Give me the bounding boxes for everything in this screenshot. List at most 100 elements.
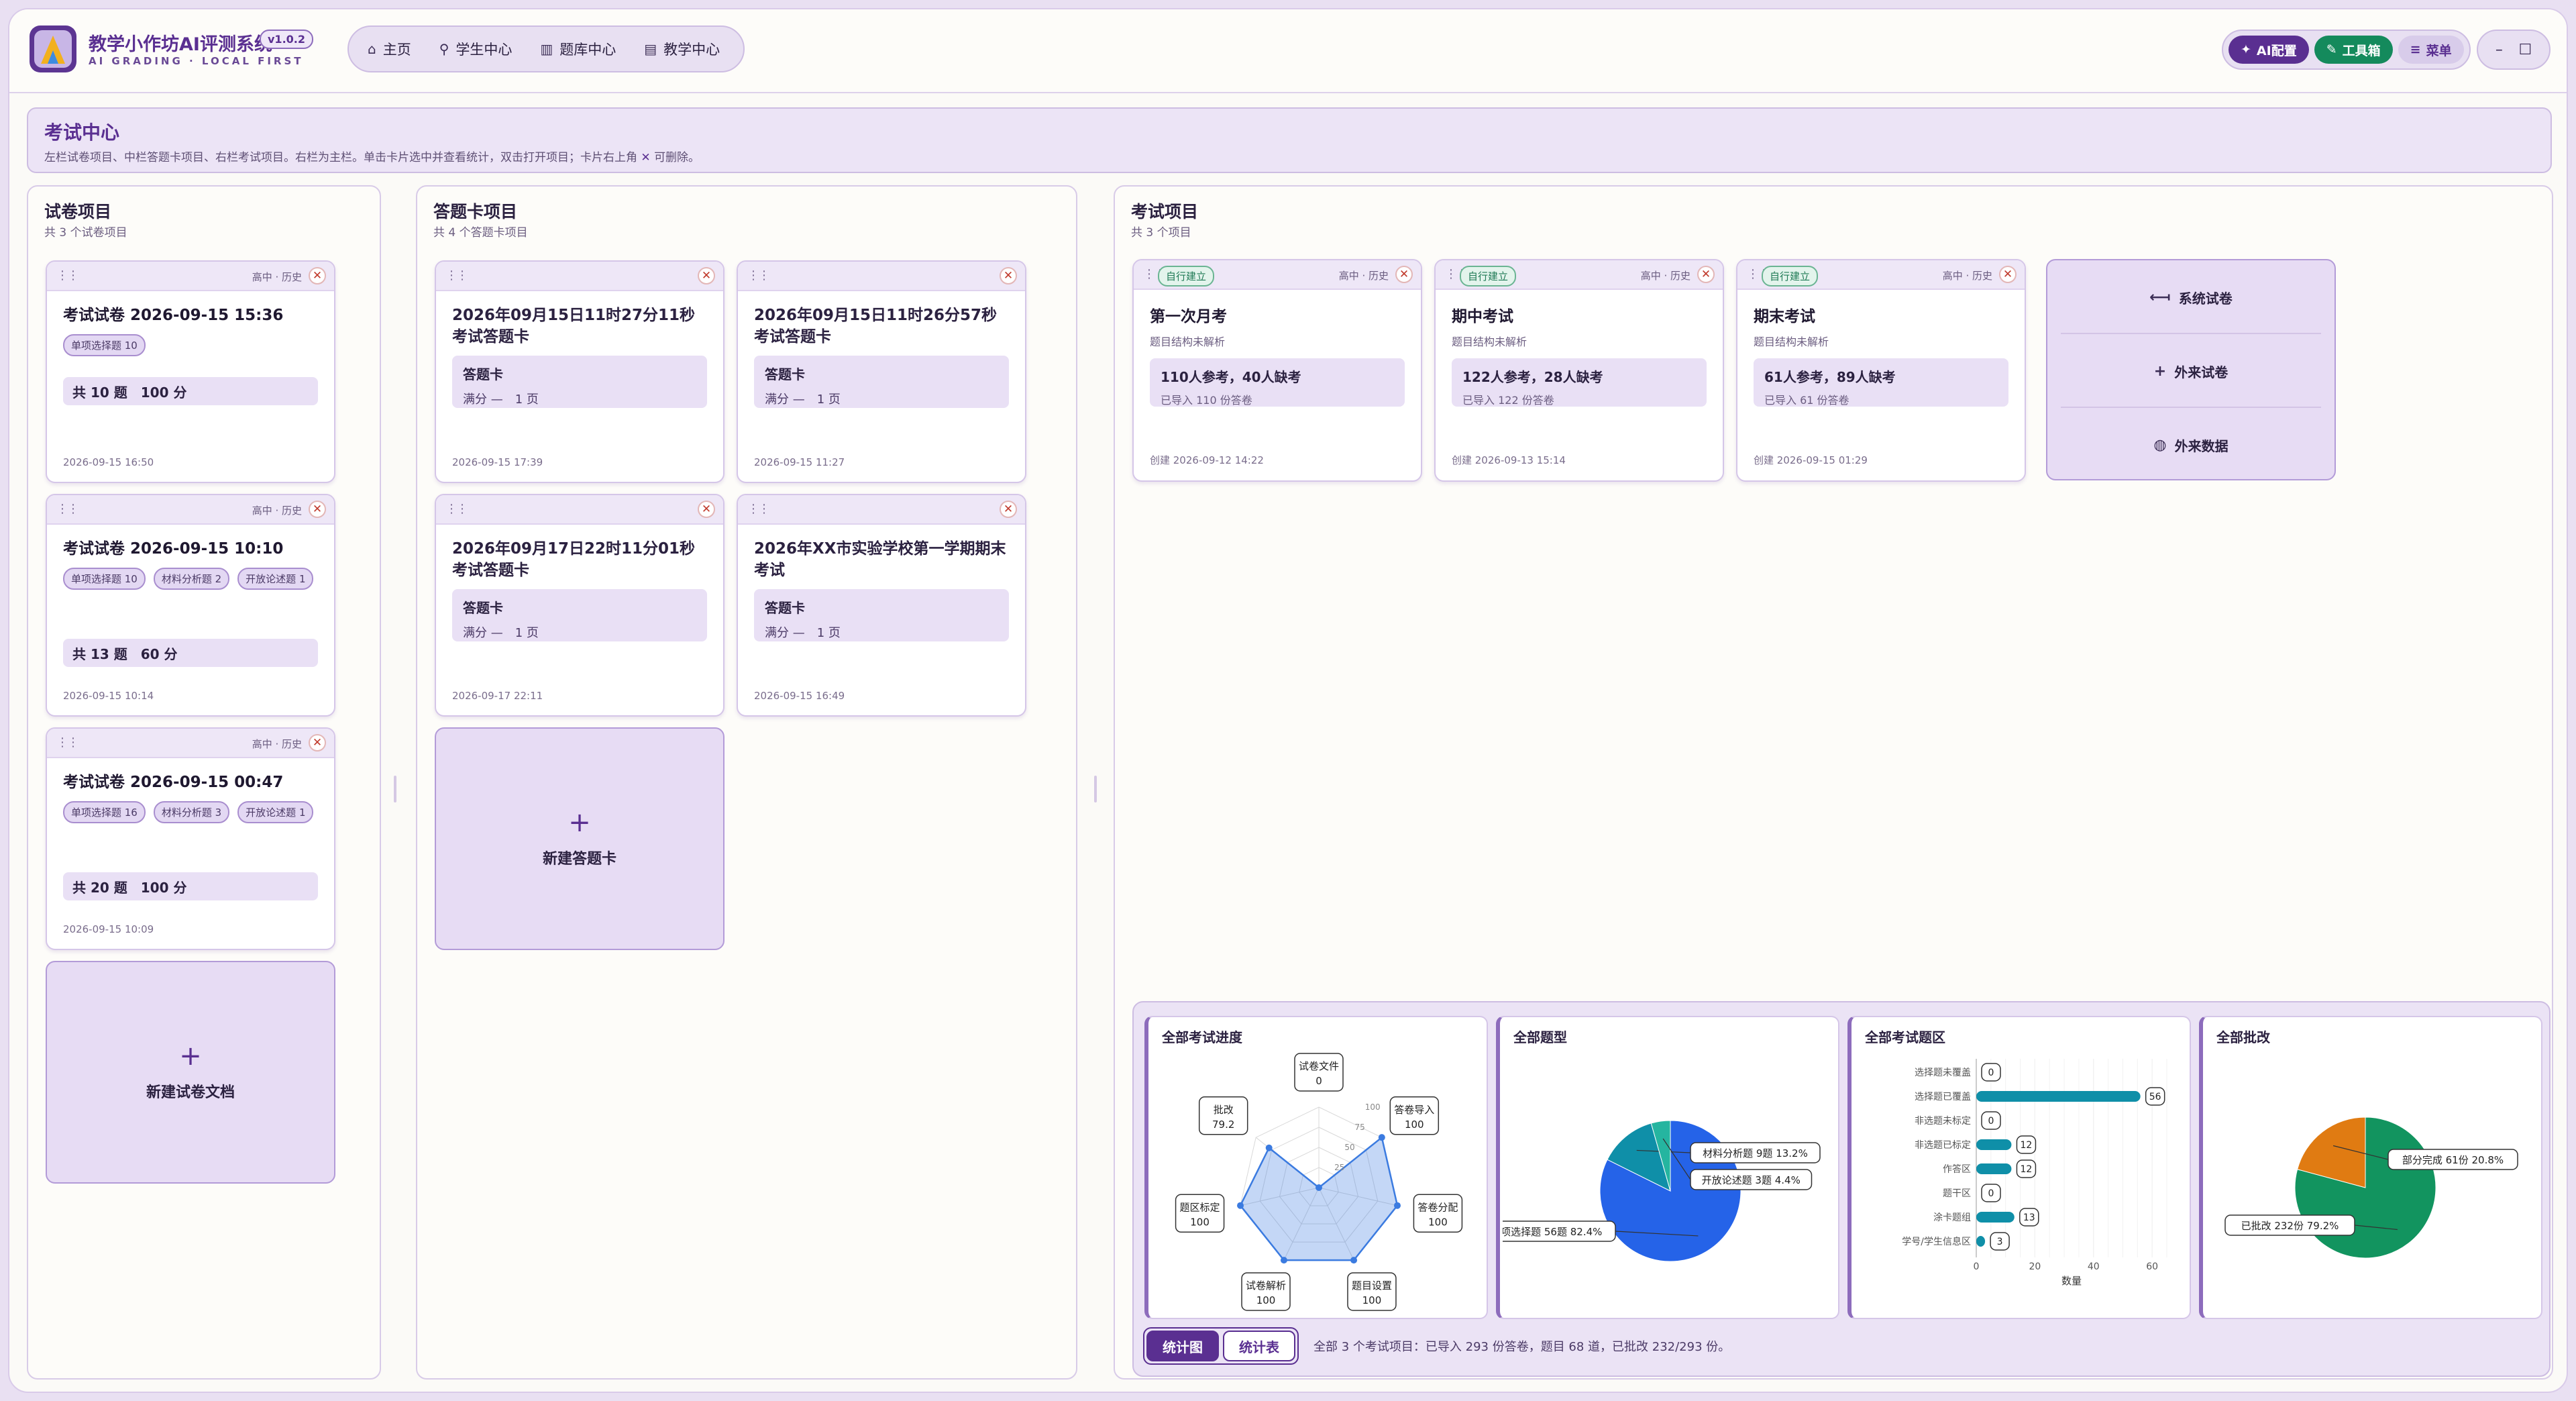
radar-axis-label-text: 题区标定	[1180, 1201, 1220, 1213]
pie-label: 单项选择题 56题 82.4%	[1503, 1226, 1602, 1238]
close-icon[interactable]: ✕	[309, 267, 326, 284]
paper-card[interactable]: ⋮⋮ 高中 · 历史 ✕ 考试试卷 2026-09-15 10:10 单项选择题 1…	[46, 494, 335, 717]
radar-axis-label-text: 79.2	[1212, 1119, 1234, 1131]
ai-config-button[interactable]: ✦ AI配置	[2229, 36, 2309, 64]
exam-card[interactable]: ⋮⋮ 自行建立 高中 · 历史 ✕ 期末考试 题目结构未解析 61人参考，89人缺考已…	[1736, 259, 2026, 482]
toolbox-button[interactable]: ✎ 工具箱	[2314, 36, 2393, 64]
nav-home[interactable]: ⌂ 主页	[358, 33, 421, 65]
paper-card[interactable]: ⋮⋮ 高中 · 历史 ✕ 考试试卷 2026-09-15 00:47 单项选择题 1…	[46, 727, 335, 950]
new-answer-card-button[interactable]: + 新建答题卡	[435, 727, 724, 950]
nav-question-bank[interactable]: ▥ 题库中心	[531, 33, 625, 65]
answer-card-card[interactable]: ⋮⋮ ✕ 2026年09月15日11时27分11秒考试答题卡 答题卡 满分 — 1 …	[435, 260, 724, 483]
card-title: 考试试卷 2026-09-15 00:47	[63, 774, 284, 791]
bar-tick-label: 20	[2029, 1261, 2041, 1272]
bar	[1976, 1212, 2015, 1223]
app-subtitle: AI GRADING · LOCAL FIRST	[89, 55, 304, 67]
paper-projects-column: 试卷项目 共 3 个试卷项目 ⋮⋮ 高中 · 历史 ✕ 考试试卷 2026-09-1…	[27, 185, 381, 1380]
close-icon[interactable]: ✕	[698, 501, 715, 518]
pie-label: 已批改 232份 79.2%	[2241, 1220, 2339, 1232]
panel-title: 全部批改	[2216, 1029, 2270, 1045]
bar	[1976, 1091, 2141, 1102]
bar-tick-label: 60	[2146, 1261, 2158, 1272]
new-paper-button[interactable]: + 新建试卷文档	[46, 961, 335, 1184]
tab-chart[interactable]: 统计图	[1146, 1331, 1219, 1361]
page-description: 左栏试卷项目、中栏答题卡项目、右栏考试项目。右栏为主栏。单击卡片选中并查看统计，…	[44, 151, 700, 164]
panel-title: 全部考试进度	[1162, 1029, 1242, 1045]
bar-category-label: 涂卡题组	[1933, 1212, 1971, 1223]
answer-card-card[interactable]: ⋮⋮ ✕ 2026年09月15日11时26分57秒考试答题卡 答题卡 满分 — 1 …	[737, 260, 1026, 483]
card-date: 2026-09-15 16:50	[63, 456, 154, 468]
nav-teaching-center[interactable]: ▤ 教学中心	[635, 33, 729, 65]
radar-axis-label-text: 答卷导入	[1394, 1104, 1434, 1116]
close-icon[interactable]: ✕	[1000, 267, 1017, 284]
exam-card[interactable]: ⋮⋮ 自行建立 高中 · 历史 ✕ 第一次月考 题目结构未解析 110人参考，40人缺…	[1132, 259, 1422, 482]
bar-category-label: 选择题已覆盖	[1915, 1092, 1971, 1102]
answer-card-info: 答题卡 满分 — 1 页	[452, 589, 707, 641]
bar-value-label: 0	[1988, 1068, 1994, 1078]
answer-card-card[interactable]: ⋮⋮ ✕ 2026年XX市实验学校第一学期期末考试 答题卡 满分 — 1 页 202…	[737, 494, 1026, 717]
source-badge: 自行建立	[1460, 266, 1517, 287]
maximize-icon[interactable]: ☐	[2518, 42, 2532, 58]
answer-card-card[interactable]: ⋮⋮ ✕ 2026年09月17日22时11分01秒考试答题卡 答题卡 满分 — 1 …	[435, 494, 724, 717]
card-date: 2026-09-15 10:14	[63, 690, 154, 702]
radar-tick-label: 75	[1355, 1123, 1365, 1132]
exam-create-actions: ⟻ 系统试卷 + 外来试卷 ◍ 外来数据	[2046, 259, 2336, 480]
exam-center-banner: 考试中心 左栏试卷项目、中栏答题卡项目、右栏考试项目。右栏为主栏。单击卡片选中并…	[27, 107, 2552, 173]
answer-card-projects-column: 答题卡项目 共 4 个答题卡项目 ⋮⋮ ✕ 2026年09月15日11时27分11…	[416, 185, 1077, 1380]
bar-category-label: 非选题未标定	[1915, 1116, 1971, 1127]
radar-tick-label: 25	[1334, 1163, 1344, 1172]
question-type-pie-chart: 单项选择题 56题 82.4% 材料分析题 9题 13.2% 开放论述题 3题 4.…	[1503, 1120, 1821, 1262]
bar-category-label: 学号/学生信息区	[1902, 1236, 1971, 1247]
ai-icon: ✦	[2241, 42, 2251, 57]
column-splitter[interactable]	[1091, 185, 1100, 1380]
stats-footer: 统计图 统计表 全部 3 个考试项目：已导入 293 份答卷，题目 68 道，已…	[1143, 1327, 1730, 1365]
attendance-info: 122人参考，28人缺考 已导入 122 份答卷	[1452, 358, 1707, 407]
bar-category-label: 选择题未覆盖	[1915, 1068, 1971, 1078]
panel-title: 全部题型	[1513, 1029, 1567, 1045]
radar-axis-label-text: 批改	[1214, 1104, 1234, 1116]
drag-handle-icon[interactable]: ⋮⋮	[56, 502, 79, 516]
radar-axis-label-text: 100	[1190, 1216, 1210, 1228]
paper-card[interactable]: ⋮⋮ 高中 · 历史 ✕ 考试试卷 2026-09-15 15:36 单项选择题 1…	[46, 260, 335, 483]
paper-summary: 共 13 题 60 分	[63, 639, 318, 667]
exam-card[interactable]: ⋮⋮ 自行建立 高中 · 历史 ✕ 期中考试 题目结构未解析 122人参考，28人缺考…	[1434, 259, 1724, 482]
close-icon[interactable]: ✕	[1697, 266, 1715, 283]
tab-table[interactable]: 统计表	[1223, 1331, 1295, 1361]
external-data-button[interactable]: ◍ 外来数据	[2047, 408, 2334, 482]
nav-student-center[interactable]: ⚲ 学生中心	[430, 33, 522, 65]
close-icon[interactable]: ✕	[698, 267, 715, 284]
close-icon[interactable]: ✕	[1000, 501, 1017, 518]
plus-icon: +	[2153, 362, 2167, 380]
region-bar-panel: 全部考试题区 选择题未覆盖 0 选择题已覆盖 56 非选题未标定 0 非选题已标定 12 作答区…	[1847, 1016, 2191, 1319]
drag-handle-icon[interactable]: ⋮⋮	[56, 268, 79, 282]
column-splitter[interactable]	[390, 185, 400, 1380]
system-paper-button[interactable]: ⟻ 系统试卷	[2047, 260, 2334, 334]
drag-handle-icon[interactable]: ⋮⋮	[445, 502, 468, 516]
close-icon[interactable]: ✕	[309, 734, 326, 751]
close-icon[interactable]: ✕	[1999, 266, 2017, 283]
drag-handle-icon[interactable]: ⋮⋮	[747, 502, 770, 516]
bar-value-label: 3	[1997, 1237, 2003, 1247]
source-badge: 自行建立	[1158, 266, 1215, 287]
question-type-chip: 单项选择题 16	[63, 801, 146, 823]
card-date: 2026-09-15 16:49	[754, 690, 845, 702]
minimize-icon[interactable]: –	[2496, 42, 2503, 58]
drag-handle-icon[interactable]: ⋮⋮	[747, 268, 770, 282]
close-icon[interactable]: ✕	[309, 501, 326, 518]
external-paper-button[interactable]: + 外来试卷	[2047, 334, 2334, 408]
close-icon[interactable]: ✕	[1395, 266, 1413, 283]
drag-handle-icon[interactable]: ⋮⋮	[445, 268, 468, 282]
paper-summary: 共 10 题 100 分	[63, 377, 318, 405]
source-badge: 自行建立	[1762, 266, 1819, 287]
menu-button[interactable]: ≡ 菜单	[2398, 36, 2464, 64]
parse-status: 题目结构未解析	[1150, 335, 1226, 348]
card-date: 2026-09-15 10:09	[63, 923, 154, 935]
card-title: 第一次月考	[1150, 308, 1227, 325]
grade-subject-tag: 高中 · 历史	[1640, 270, 1690, 282]
answer-card-info: 答题卡 满分 — 1 页	[754, 356, 1009, 408]
radar-axis-label-text: 100	[1256, 1294, 1276, 1306]
drag-handle-icon[interactable]: ⋮⋮	[56, 735, 79, 749]
page-title: 考试中心	[44, 121, 120, 144]
question-type-chip: 开放论述题 1	[237, 801, 314, 823]
teaching-icon: ▤	[644, 41, 657, 57]
